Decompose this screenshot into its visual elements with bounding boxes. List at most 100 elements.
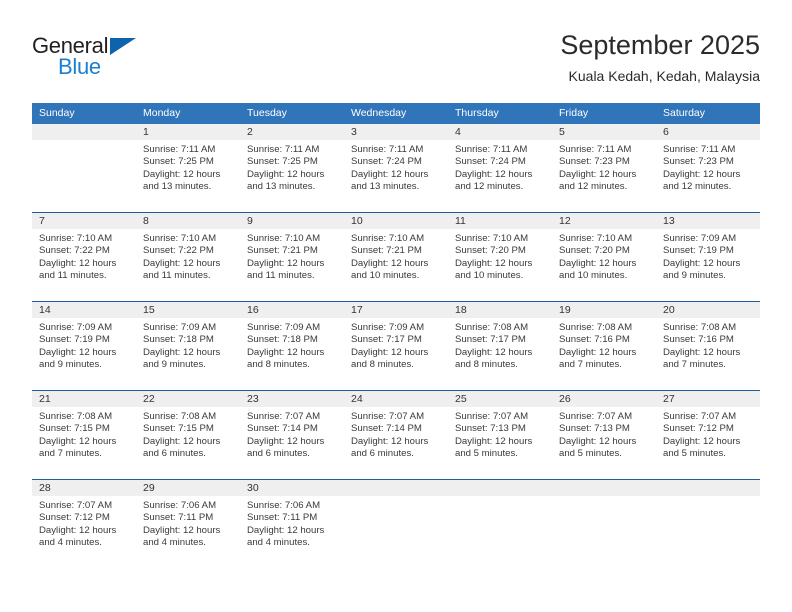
day-detail-line: Sunset: 7:12 PM [39,512,110,524]
day-cell[interactable]: Sunrise: 7:09 AM Sunset: 7:18 PM Daylight:… [136,318,240,390]
day-detail-line: Sunset: 7:16 PM [559,334,630,346]
day-detail-line: Sunset: 7:21 PM [247,245,318,257]
day-detail-line: and 13 minutes. [351,181,420,193]
day-detail-line: Daylight: 12 hours [559,435,637,447]
day-cell[interactable]: Sunrise: 7:10 AM Sunset: 7:20 PM Daylight:… [448,229,552,301]
day-detail-line: Sunrise: 7:10 AM [455,233,529,244]
page-title: September 2025 [560,30,760,60]
day-detail-line: Sunset: 7:21 PM [351,245,422,257]
day-detail-line: Sunset: 7:24 PM [351,156,422,168]
day-cell[interactable]: Sunrise: 7:09 AM Sunset: 7:19 PM Daylight:… [656,229,760,301]
day-cell[interactable]: Sunrise: 7:11 AM Sunset: 7:25 PM Daylight:… [136,140,240,212]
day-number[interactable]: 24 [344,391,448,407]
day-detail-line: Sunset: 7:23 PM [663,156,734,168]
day-number[interactable]: 23 [240,391,344,407]
day-number[interactable]: 29 [136,480,240,496]
day-cell[interactable]: Sunrise: 7:09 AM Sunset: 7:17 PM Daylight:… [344,318,448,390]
day-cell[interactable]: Sunrise: 7:07 AM Sunset: 7:12 PM Daylight:… [32,496,136,568]
day-cell[interactable]: Sunrise: 7:10 AM Sunset: 7:21 PM Daylight:… [240,229,344,301]
day-number[interactable]: 5 [552,124,656,140]
day-number[interactable]: 16 [240,302,344,318]
day-number[interactable]: 7 [32,213,136,229]
day-number[interactable]: 28 [32,480,136,496]
day-number-empty [344,480,448,496]
day-cell[interactable]: Sunrise: 7:11 AM Sunset: 7:24 PM Daylight:… [448,140,552,212]
day-number[interactable]: 22 [136,391,240,407]
day-number[interactable]: 10 [344,213,448,229]
day-cell[interactable]: Sunrise: 7:11 AM Sunset: 7:24 PM Daylight:… [344,140,448,212]
day-detail-line: Daylight: 12 hours [663,435,741,447]
day-cell[interactable]: Sunrise: 7:08 AM Sunset: 7:16 PM Daylight:… [552,318,656,390]
day-number[interactable]: 30 [240,480,344,496]
day-detail-line: and 13 minutes. [247,181,316,193]
day-number[interactable]: 1 [136,124,240,140]
day-detail-line: Sunrise: 7:11 AM [559,144,632,155]
generalblue-logo[interactable]: General Blue [32,34,162,86]
day-number[interactable]: 17 [344,302,448,318]
day-cell[interactable]: Sunrise: 7:08 AM Sunset: 7:15 PM Daylight:… [32,407,136,479]
day-cell[interactable]: Sunrise: 7:10 AM Sunset: 7:22 PM Daylight:… [136,229,240,301]
day-cell[interactable]: Sunrise: 7:08 AM Sunset: 7:16 PM Daylight:… [656,318,760,390]
day-cell[interactable]: Sunrise: 7:09 AM Sunset: 7:19 PM Daylight:… [32,318,136,390]
day-detail-line: Sunrise: 7:08 AM [39,411,113,422]
weekday-header-wednesday: Wednesday [351,107,407,119]
day-number[interactable]: 11 [448,213,552,229]
day-cell[interactable]: Sunrise: 7:10 AM Sunset: 7:20 PM Daylight:… [552,229,656,301]
day-number[interactable]: 27 [656,391,760,407]
day-cell[interactable]: Sunrise: 7:07 AM Sunset: 7:13 PM Daylight:… [448,407,552,479]
day-detail-line: Sunset: 7:20 PM [455,245,526,257]
day-cell[interactable]: Sunrise: 7:11 AM Sunset: 7:23 PM Daylight:… [552,140,656,212]
day-number[interactable]: 15 [136,302,240,318]
day-detail-line: and 9 minutes. [663,270,726,282]
day-detail-line: Daylight: 12 hours [351,257,429,269]
day-detail-line: Sunset: 7:17 PM [455,334,526,346]
day-number[interactable]: 19 [552,302,656,318]
day-detail-line: Sunset: 7:15 PM [39,423,110,435]
day-cell[interactable]: Sunrise: 7:10 AM Sunset: 7:21 PM Daylight:… [344,229,448,301]
day-number[interactable]: 8 [136,213,240,229]
day-cell[interactable]: Sunrise: 7:06 AM Sunset: 7:11 PM Daylight:… [136,496,240,568]
calendar-page: General Blue September 2025 Kuala Kedah,… [0,0,792,612]
day-detail-line: Sunrise: 7:08 AM [559,322,633,333]
day-detail-line: Sunrise: 7:07 AM [351,411,425,422]
day-number[interactable]: 20 [656,302,760,318]
day-cell[interactable]: Sunrise: 7:07 AM Sunset: 7:13 PM Daylight:… [552,407,656,479]
day-number[interactable]: 13 [656,213,760,229]
day-detail-line: Daylight: 12 hours [247,524,325,536]
day-cell[interactable]: Sunrise: 7:07 AM Sunset: 7:14 PM Daylight:… [240,407,344,479]
day-cell[interactable]: Sunrise: 7:10 AM Sunset: 7:22 PM Daylight:… [32,229,136,301]
calendar-week-row: 21 22 23 24 25 26 27 Sunrise: 7:08 AM Sunset: 7:… [32,390,760,479]
day-cell[interactable]: Sunrise: 7:08 AM Sunset: 7:15 PM Daylight:… [136,407,240,479]
day-detail-line: Daylight: 12 hours [247,435,325,447]
day-number[interactable]: 6 [656,124,760,140]
day-details-row: Sunrise: 7:10 AM Sunset: 7:22 PM Daylight:… [32,229,760,301]
day-number[interactable]: 25 [448,391,552,407]
day-detail-line: and 7 minutes. [39,448,102,460]
day-cell[interactable]: Sunrise: 7:11 AM Sunset: 7:25 PM Daylight:… [240,140,344,212]
day-number[interactable]: 21 [32,391,136,407]
day-number[interactable]: 4 [448,124,552,140]
day-detail-line: Sunrise: 7:09 AM [143,322,217,333]
day-detail-line: Sunset: 7:16 PM [663,334,734,346]
day-cell[interactable]: Sunrise: 7:07 AM Sunset: 7:12 PM Daylight:… [656,407,760,479]
day-cell[interactable]: Sunrise: 7:07 AM Sunset: 7:14 PM Daylight:… [344,407,448,479]
day-cell[interactable]: Sunrise: 7:09 AM Sunset: 7:18 PM Daylight:… [240,318,344,390]
day-cell-empty [344,496,448,568]
weekday-header-thursday: Thursday [455,107,499,119]
day-detail-line: Daylight: 12 hours [663,168,741,180]
day-cell-empty [448,496,552,568]
day-number[interactable]: 26 [552,391,656,407]
day-detail-line: Daylight: 12 hours [351,435,429,447]
day-cell[interactable]: Sunrise: 7:08 AM Sunset: 7:17 PM Daylight:… [448,318,552,390]
day-detail-line: and 13 minutes. [143,181,212,193]
day-number[interactable]: 9 [240,213,344,229]
day-number[interactable]: 18 [448,302,552,318]
day-number[interactable]: 14 [32,302,136,318]
day-number[interactable]: 12 [552,213,656,229]
day-cell[interactable]: Sunrise: 7:06 AM Sunset: 7:11 PM Daylight:… [240,496,344,568]
day-cell[interactable]: Sunrise: 7:11 AM Sunset: 7:23 PM Daylight:… [656,140,760,212]
day-number[interactable]: 2 [240,124,344,140]
day-detail-line: Sunset: 7:14 PM [351,423,422,435]
day-number-band: 14 15 16 17 18 19 20 [32,302,760,318]
day-number[interactable]: 3 [344,124,448,140]
